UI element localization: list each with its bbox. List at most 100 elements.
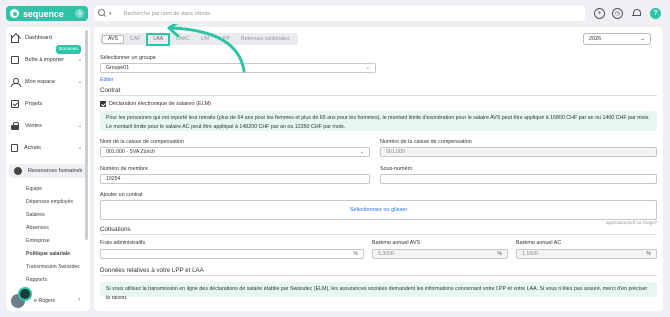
home-icon [11, 35, 19, 43]
caisse-name-label: Nom de la caisse de compensation [100, 139, 184, 145]
chevron-down-icon[interactable]: ⌄ [78, 145, 82, 151]
percent-unit: % [646, 251, 651, 257]
ac-scale-value: 1,1000 [522, 251, 538, 257]
group-value: Groupe01 [106, 65, 130, 71]
tab-avs[interactable]: AVS [102, 34, 124, 44]
sidebar-subitem-team[interactable]: Equipe [26, 186, 42, 192]
sidebar-subitem-company[interactable]: Entreprise [26, 238, 50, 244]
sub-number-field[interactable] [380, 174, 657, 184]
avs-scale-label: Barème annuel AVS [372, 240, 421, 246]
add-icon[interactable]: + [594, 8, 605, 19]
logo-badge: à [75, 9, 84, 18]
sidebar-item-label: Ressources humaines [28, 168, 83, 174]
sidebar-item-label: Boîte à importer [25, 57, 65, 63]
search-bar[interactable]: ▾ Recherche par nom de dans clients [94, 6, 585, 21]
chevron-down-icon[interactable]: ▾ [109, 11, 112, 17]
year-value: 2026 [589, 36, 602, 42]
top-bar: sequence à ▾ Recherche par nom de dans c… [0, 0, 670, 27]
sidebar-item-inbox[interactable]: Boîte à importer ⌄ [6, 53, 86, 67]
user-icon [11, 78, 21, 87]
sidebar-item-label: Achats [24, 145, 41, 151]
chevron-down-icon: ⌄ [365, 65, 370, 71]
new-badge: Nouveau [56, 45, 81, 54]
contract-title: Contrat [100, 87, 121, 94]
ac-scale-field: 1,1000 % [516, 249, 657, 259]
sidebar-item-label: Projets [25, 101, 43, 107]
caisse-number-field: 001.000 [380, 147, 657, 157]
percent-unit: % [353, 251, 358, 257]
elm-checkbox[interactable] [100, 101, 106, 107]
elm-label: Déclaration électronique de salaires (EL… [109, 101, 211, 107]
member-number-value: 10254 [106, 176, 121, 182]
ac-scale-label: Barème annuel AC [516, 240, 562, 246]
sidebar-subitem-salary-policy[interactable]: Politique salariale [26, 251, 70, 257]
sequence-logo[interactable]: sequence à [6, 6, 88, 21]
sidebar-item-purchases[interactable]: Achats ⌄ [6, 141, 86, 155]
cotisations-title: Cotisations [100, 226, 131, 233]
chevron-down-icon: ⌄ [640, 36, 645, 42]
sidebar-scrollbar[interactable] [85, 30, 88, 240]
group-label: Sélectionner un groupe [100, 55, 156, 61]
retirement-info-box: Pour les personnes qui ont reporté leur … [100, 111, 657, 131]
sidebar-item-projects[interactable]: Projets [6, 97, 86, 111]
sidebar-subitem-expenses[interactable]: Dépenses employés [26, 199, 73, 205]
logo-mark-icon [10, 9, 19, 18]
inbox-icon [11, 56, 19, 64]
upload-text: Sélectionnez ou glisser [349, 207, 408, 213]
admin-fees-field[interactable]: % [100, 249, 364, 259]
avs-scale-value: 5,3000 [378, 251, 394, 257]
chevron-down-icon[interactable]: ⌄ [78, 79, 82, 85]
sidebar: Dashboard Boîte à importer ⌄ Mon espace … [6, 27, 90, 311]
year-select[interactable]: 2026 ⌄ [583, 33, 651, 45]
sidebar-item-dashboard[interactable]: Dashboard [6, 31, 86, 45]
chevron-right-icon[interactable]: › [78, 297, 80, 303]
sidebar-item-my-space[interactable]: Mon espace ⌄ [6, 75, 86, 89]
caisse-name-select[interactable]: 001.000 - SVA Zürich ⌄ [100, 147, 370, 157]
caisse-number-label: Numéro de la caisse de compensation [380, 139, 472, 145]
caisse-number-value: 001.000 [386, 149, 405, 155]
member-number-field[interactable]: 10254 [100, 174, 370, 184]
lpp-laa-title: Données relatives à votre LPP et LAA [100, 267, 204, 274]
divider [100, 234, 657, 235]
add-contract-label: Ajouter un contrat [100, 192, 143, 198]
hr-icon [14, 167, 22, 175]
bell-icon[interactable] [632, 8, 642, 19]
sub-number-label: Sous-numéro [380, 166, 413, 172]
tab-caf[interactable]: CAF [125, 35, 145, 44]
percent-unit: % [497, 251, 502, 257]
check-icon [11, 100, 19, 108]
divider [100, 95, 657, 96]
chevron-up-icon[interactable]: ⌃ [78, 168, 82, 174]
logo-text: sequence [23, 8, 64, 19]
sidebar-item-sales[interactable]: Ventes ⌄ [6, 119, 86, 133]
swissdec-info-box: Si vous utilisez la transmission en lign… [100, 282, 657, 301]
sidebar-item-hr[interactable]: Ressources humaines ⌃ [9, 164, 86, 178]
member-number-label: Numéro de membre [100, 166, 148, 172]
avs-scale-field: 5,3000 % [372, 249, 508, 259]
sidebar-item-label: Dashboard [25, 35, 52, 41]
sidebar-item-label: Mon espace [25, 79, 55, 85]
edit-group-link[interactable]: Editer [100, 77, 114, 83]
search-input[interactable]: Recherche par nom de dans clients [124, 11, 211, 17]
chevron-down-icon: ⌄ [359, 149, 364, 155]
sidebar-subitem-swissdec[interactable]: Transmission Swissdec [26, 264, 80, 270]
sidebar-item-label: Ventes [25, 123, 42, 129]
annotation-arrow-icon [167, 24, 246, 73]
lock-icon [11, 122, 19, 130]
contract-upload-dropzone[interactable]: Sélectionnez ou glisser [100, 200, 657, 220]
chat-widget-icon[interactable] [18, 287, 32, 301]
sidebar-subitem-absences[interactable]: Absences [26, 225, 49, 231]
user-name: e Rogers [34, 298, 56, 304]
document-icon [11, 144, 18, 152]
search-icon [98, 9, 107, 18]
sidebar-subitem-salaries[interactable]: Salaires [26, 212, 45, 218]
admin-fees-label: Frais administratifs [100, 240, 146, 246]
chevron-down-icon[interactable]: ⌄ [78, 123, 82, 129]
sidebar-subitem-reports[interactable]: Rapports [26, 277, 47, 283]
upload-hint: application/pdf ou image/* [606, 220, 658, 225]
history-icon[interactable]: ◷ [612, 8, 623, 19]
caisse-name-value: 001.000 - SVA Zürich [106, 149, 155, 155]
divider [100, 275, 657, 276]
chevron-down-icon[interactable]: ⌄ [78, 57, 82, 63]
help-icon[interactable]: ? [650, 8, 661, 19]
